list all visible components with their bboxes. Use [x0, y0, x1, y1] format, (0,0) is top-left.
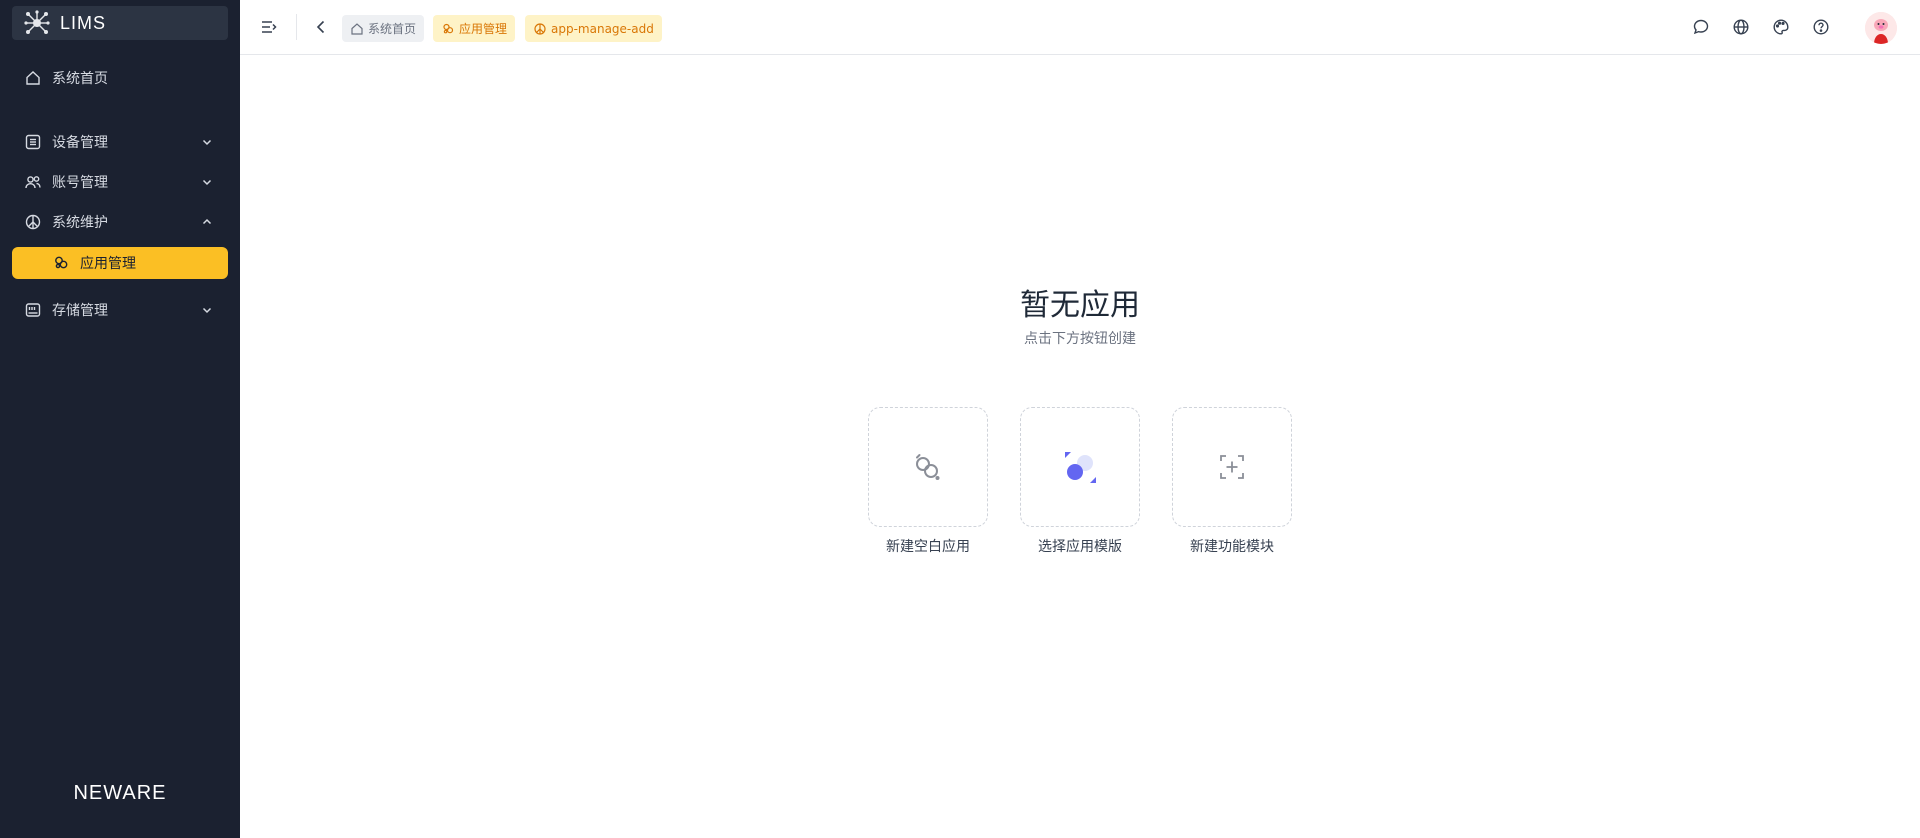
- app-icon: [443, 23, 454, 33]
- sidebar-item-label: 系统首页: [52, 71, 108, 87]
- footer-logo: NEWARE: [73, 782, 167, 804]
- globe-icon: [1733, 19, 1749, 35]
- chevron-up-icon: [200, 215, 214, 229]
- sidebar-item-label: 账号管理: [52, 175, 108, 191]
- sidebar-item-home[interactable]: 系统首页: [12, 62, 228, 94]
- choose-template-label: 选择应用模版: [1038, 539, 1122, 555]
- device-list-icon: [24, 133, 42, 151]
- sidebar-item-devices[interactable]: 设备管理: [12, 126, 228, 158]
- network-logo-icon: [24, 10, 50, 34]
- user-avatar-icon: [1865, 12, 1897, 44]
- create-module-label: 新建功能模块: [1190, 539, 1274, 555]
- header-divider: [296, 14, 297, 40]
- empty-state-title: 暂无应用: [1020, 288, 1140, 323]
- sidebar-item-label: 系统维护: [52, 215, 108, 231]
- create-blank-app-card[interactable]: [868, 407, 988, 527]
- brand-name: LIMS: [60, 12, 107, 33]
- menu-toggle-button[interactable]: [258, 16, 280, 38]
- sidebar-item-label: 设备管理: [52, 135, 108, 151]
- help-button[interactable]: [1810, 16, 1832, 38]
- help-icon: [1813, 19, 1829, 35]
- message-icon: [1693, 19, 1709, 35]
- breadcrumb-app-management[interactable]: 应用管理: [433, 15, 516, 42]
- back-button[interactable]: [310, 16, 332, 38]
- sidebar-item-maintenance[interactable]: 系统维护: [12, 206, 228, 238]
- chevron-down-icon: [200, 303, 214, 317]
- empty-state-subtitle: 点击下方按钮创建: [1024, 331, 1136, 347]
- message-button[interactable]: [1690, 16, 1712, 38]
- sidebar: LIMS 系统首页 设备管理 账号管理 系统维护 应用管理 存储管理 NEWAR…: [0, 0, 240, 838]
- users-icon: [24, 173, 42, 191]
- sidebar-item-accounts[interactable]: 账号管理: [12, 166, 228, 198]
- breadcrumb-label: 应用管理: [459, 22, 508, 36]
- menu-fold-icon: [262, 21, 277, 33]
- peace-icon: [24, 213, 42, 231]
- home-icon: [24, 69, 42, 87]
- blank-app-icon: [916, 454, 940, 480]
- chevron-left-icon: [316, 20, 325, 34]
- create-module-card[interactable]: [1172, 407, 1292, 527]
- home-icon: [351, 22, 363, 35]
- top-header: 系统首页 应用管理 app-manage-add: [240, 0, 1920, 55]
- sidebar-item-storage[interactable]: 存储管理: [12, 294, 228, 326]
- theme-button[interactable]: [1770, 16, 1792, 38]
- breadcrumb-label: 系统首页: [368, 22, 417, 36]
- sidebar-item-label: 应用管理: [80, 256, 136, 272]
- create-blank-app-label: 新建空白应用: [886, 539, 970, 555]
- sidebar-item-app-management[interactable]: 应用管理: [12, 247, 228, 279]
- chevron-down-icon: [200, 135, 214, 149]
- avatar[interactable]: [1865, 12, 1897, 44]
- breadcrumb-label: app-manage-add: [551, 21, 654, 36]
- add-module-icon: [1220, 455, 1244, 479]
- peace-icon: [534, 22, 546, 35]
- choose-template-card[interactable]: [1020, 407, 1140, 527]
- breadcrumb-app-manage-add[interactable]: app-manage-add: [525, 15, 662, 42]
- language-button[interactable]: [1730, 16, 1752, 38]
- chevron-down-icon: [200, 175, 214, 189]
- brand-logo[interactable]: LIMS: [12, 6, 228, 40]
- template-icon: [1065, 452, 1096, 483]
- storage-icon: [24, 301, 42, 319]
- palette-icon: [1773, 19, 1789, 35]
- app-icon: [52, 254, 70, 272]
- sidebar-item-label: 存储管理: [52, 303, 108, 319]
- breadcrumb-home[interactable]: 系统首页: [342, 15, 425, 42]
